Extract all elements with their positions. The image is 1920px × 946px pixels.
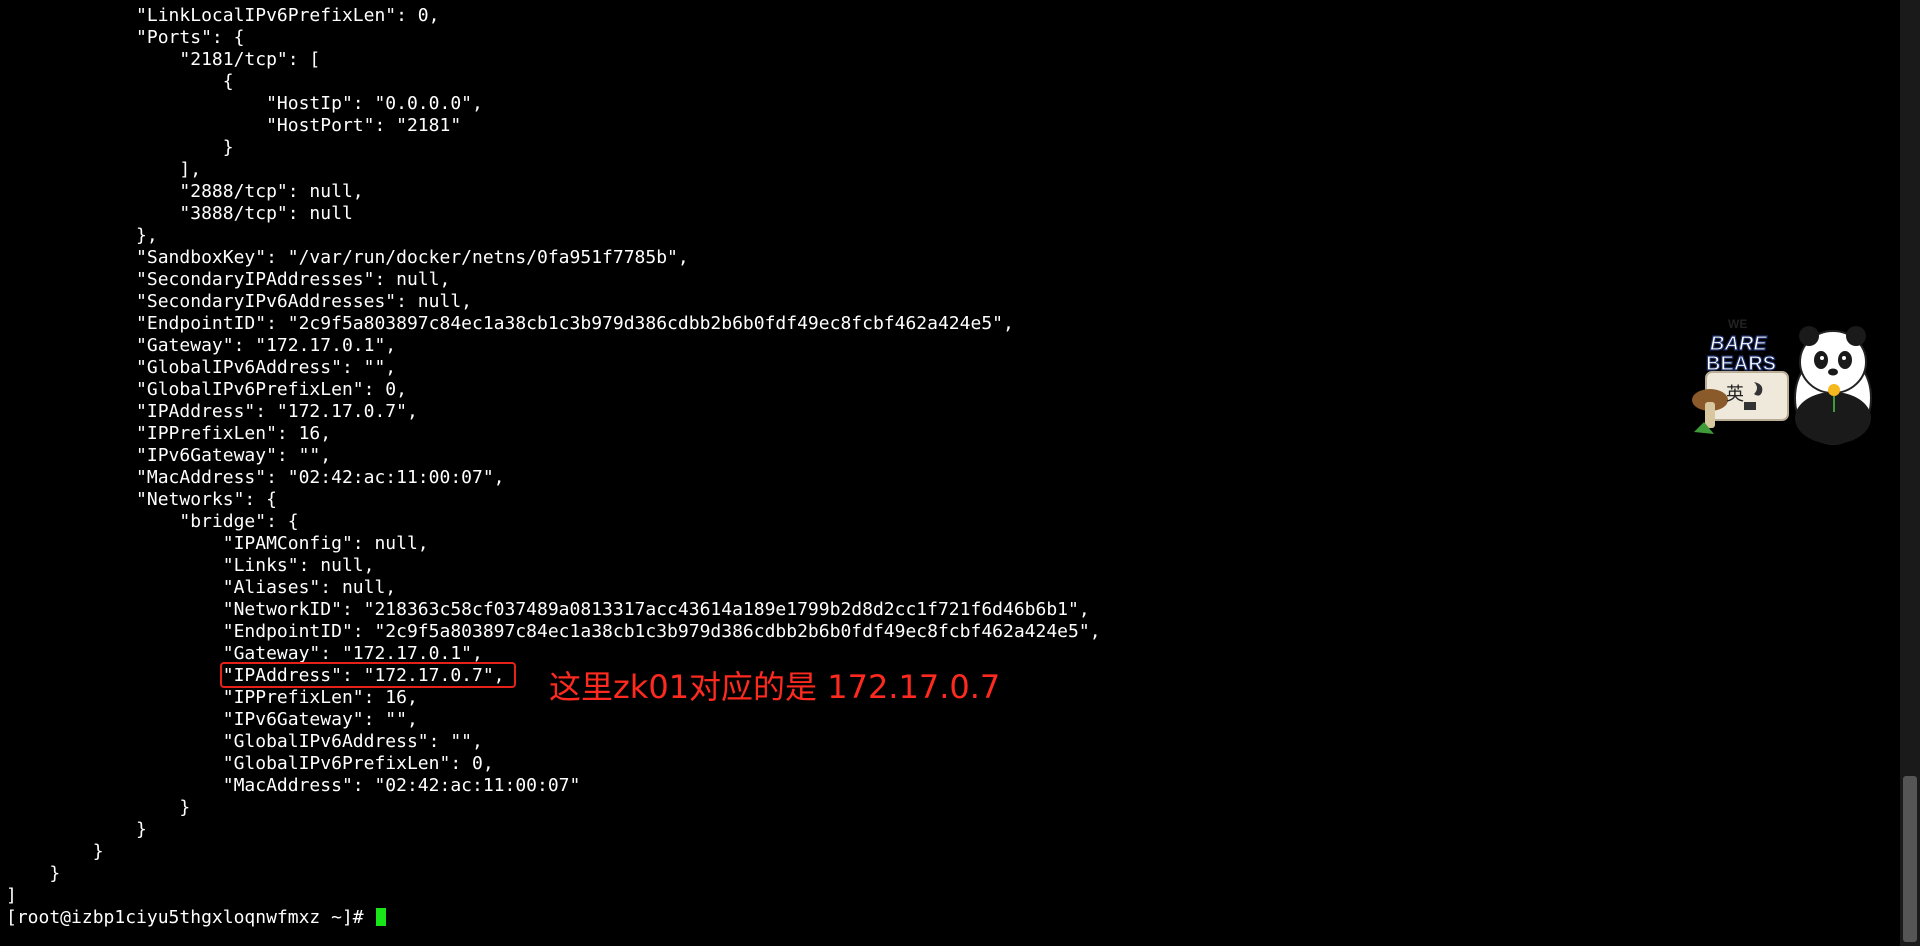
terminal-line: } [6,797,191,818]
svg-text:WE: WE [1728,317,1747,331]
terminal-line: "HostPort": "2181" [6,115,462,136]
terminal-line: "SecondaryIPAddresses": null, [6,269,451,290]
terminal-line: } [6,841,104,862]
terminal-line: "3888/tcp": null [6,203,353,224]
terminal-line: "EndpointID": "2c9f5a803897c84ec1a38cb1c… [6,313,1014,334]
terminal-line: "IPv6Gateway": "", [6,445,332,466]
shell-prompt: [root@izbp1ciyu5thgxloqnwfmxz ~]# [6,907,375,928]
terminal-line: "IPv6Gateway": "", [6,709,418,730]
svg-text:BARE: BARE [1710,333,1767,355]
terminal-line: "IPPrefixLen": 16, [6,423,332,444]
panda-bear-icon: WE BARE BEARS 英 [1692,317,1872,445]
terminal-line: ] [6,885,17,906]
terminal-line: "2181/tcp": [ [6,49,321,70]
terminal-line: "MacAddress": "02:42:ac:11:00:07", [6,467,505,488]
terminal-line: "SecondaryIPv6Addresses": null, [6,291,472,312]
terminal-window[interactable]: "LinkLocalIPv6PrefixLen": 0, "Ports": { … [0,0,1900,946]
prompt-line[interactable]: [root@izbp1ciyu5thgxloqnwfmxz ~]# [6,907,1101,929]
terminal-line: "GlobalIPv6PrefixLen": 0, [6,379,407,400]
terminal-line: "EndpointID": "2c9f5a803897c84ec1a38cb1c… [6,621,1101,642]
terminal-line: "IPAMConfig": null, [6,533,429,554]
terminal-line: } [6,863,61,884]
terminal-scrollbar[interactable] [1900,0,1920,946]
svg-text:BEARS: BEARS [1706,353,1776,375]
terminal-line: "GlobalIPv6PrefixLen": 0, [6,753,494,774]
ime-status-widget[interactable]: WE BARE BEARS 英 [1688,308,1878,448]
terminal-line: "Aliases": null, [6,577,397,598]
terminal-line: "MacAddress": "02:42:ac:11:00:07" [6,775,581,796]
ipaddress-highlight-box [220,662,516,688]
terminal-line: { [6,71,234,92]
terminal-line: "GlobalIPv6Address": "", [6,731,483,752]
terminal-line: "Links": null, [6,555,375,576]
terminal-line: }, [6,225,158,246]
terminal-output: "LinkLocalIPv6PrefixLen": 0, "Ports": { … [6,5,1101,929]
terminal-line: "HostIp": "0.0.0.0", [6,93,483,114]
terminal-line: "IPAddress": "172.17.0.7", [6,401,418,422]
terminal-line: "Ports": { [6,27,245,48]
svg-text:英: 英 [1726,384,1744,405]
terminal-line: "Gateway": "172.17.0.1", [6,643,483,664]
terminal-line: "NetworkID": "218363c58cf037489a0813317a… [6,599,1090,620]
terminal-line: "Gateway": "172.17.0.1", [6,335,397,356]
terminal-line: } [6,137,234,158]
terminal-line: "Networks": { [6,489,277,510]
terminal-line: } [6,819,147,840]
text-cursor [376,908,387,926]
terminal-line: "bridge": { [6,511,299,532]
annotation-text: 这里zk01对应的是 172.17.0.7 [549,668,1001,706]
terminal-line: "LinkLocalIPv6PrefixLen": 0, [6,5,440,26]
scrollbar-thumb[interactable] [1903,776,1917,942]
terminal-line: ], [6,159,202,180]
terminal-line: "SandboxKey": "/var/run/docker/netns/0fa… [6,247,689,268]
terminal-line: "2888/tcp": null, [6,181,364,202]
terminal-line: "GlobalIPv6Address": "", [6,357,397,378]
